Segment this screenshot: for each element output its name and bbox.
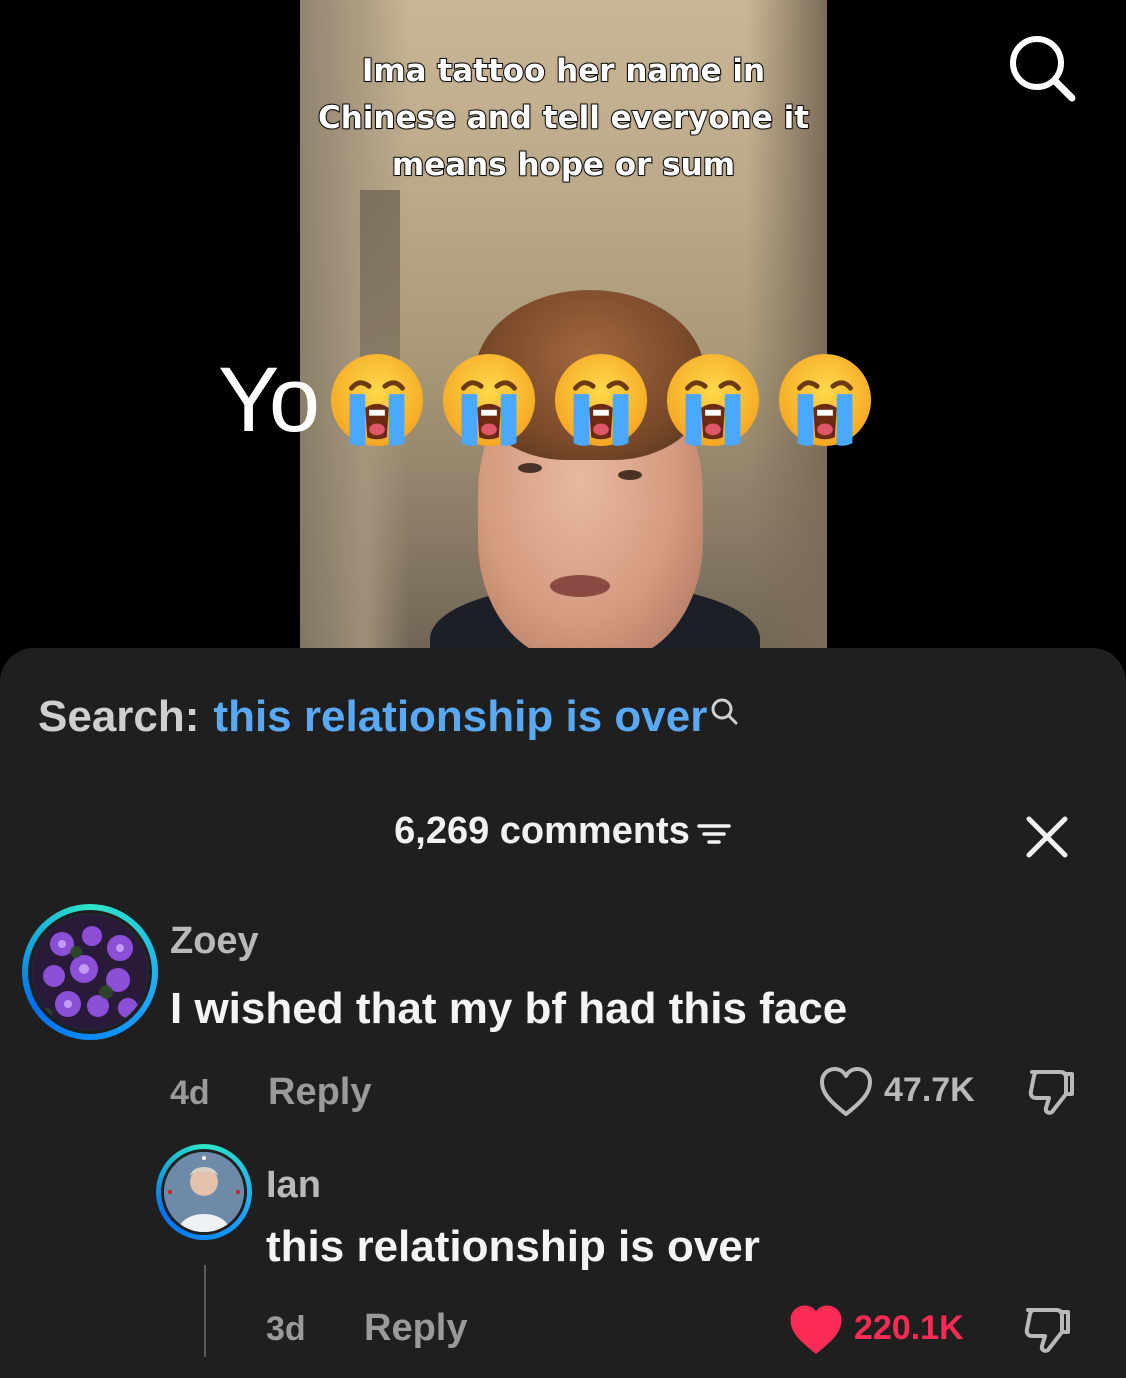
emoji-group: [324, 351, 874, 449]
loudly-crying-face-icon: [667, 353, 760, 447]
loudly-crying-face-icon: [331, 353, 424, 447]
filter-icon: [697, 823, 731, 844]
comment-time: 4d: [170, 1074, 210, 1112]
comment-text: this relationship is over: [266, 1222, 760, 1271]
search-suggestion-prefix: Search:: [38, 692, 200, 741]
avatar[interactable]: [22, 904, 158, 1040]
like-count: 47.7K: [884, 1071, 975, 1109]
video-person-eye: [618, 470, 642, 480]
comment-text: I wished that my bf had this face: [170, 984, 848, 1033]
person-avatar-icon: [164, 1152, 244, 1232]
search-icon: [711, 698, 738, 725]
thumbs-down-icon: [1028, 1070, 1074, 1115]
screen: Ima tattoo her name in Chinese and tell …: [0, 0, 1126, 1378]
loudly-crying-face-icon: [779, 353, 872, 447]
heart-filled-icon: [790, 1305, 842, 1354]
like-button[interactable]: [788, 1304, 844, 1361]
video-caption: Ima tattoo her name in Chinese and tell …: [317, 52, 810, 184]
comments-sort-button[interactable]: 6,269 comments: [394, 810, 732, 853]
dislike-button[interactable]: [1020, 1302, 1074, 1356]
comment-username[interactable]: Ian: [266, 1164, 321, 1207]
search-suggestion-query[interactable]: this relationship is over: [213, 692, 707, 742]
reply-button[interactable]: Reply: [268, 1071, 371, 1114]
thumbs-down-icon: [1024, 1308, 1070, 1353]
comment-username[interactable]: Zoey: [170, 920, 259, 963]
search-button[interactable]: [1006, 32, 1078, 104]
avatar[interactable]: [156, 1144, 252, 1240]
flower-avatar-icon: [32, 914, 148, 1030]
overlay-text-row: Yo: [218, 345, 874, 455]
loudly-crying-face-icon: [443, 353, 536, 447]
video-person-eye: [518, 463, 542, 473]
comment-time: 3d: [266, 1310, 306, 1348]
close-icon: [1026, 816, 1068, 858]
avatar-image-purple-flowers: [28, 910, 152, 1034]
dislike-button[interactable]: [1024, 1064, 1078, 1118]
heart-outline-icon: [820, 1067, 872, 1116]
search-icon: [1010, 36, 1076, 102]
avatar-image-selfie: [161, 1149, 247, 1235]
loudly-crying-face-icon: [555, 353, 648, 447]
search-suggestion[interactable]: Search: this relationship is over: [38, 692, 739, 742]
comments-count: 6,269 comments: [394, 810, 690, 852]
video-player[interactable]: Ima tattoo her name in Chinese and tell …: [300, 0, 827, 660]
comments-sheet: Search: this relationship is over 6,269 …: [0, 648, 1126, 1378]
video-person-mouth: [550, 575, 610, 597]
overlay-text: Yo: [218, 349, 320, 451]
comments-header: 6,269 comments: [0, 810, 1126, 853]
reply-button[interactable]: Reply: [364, 1307, 467, 1350]
close-button[interactable]: [1024, 814, 1070, 860]
like-button[interactable]: [818, 1066, 874, 1123]
reply-thread-line: [204, 1265, 206, 1357]
like-count: 220.1K: [854, 1309, 964, 1347]
